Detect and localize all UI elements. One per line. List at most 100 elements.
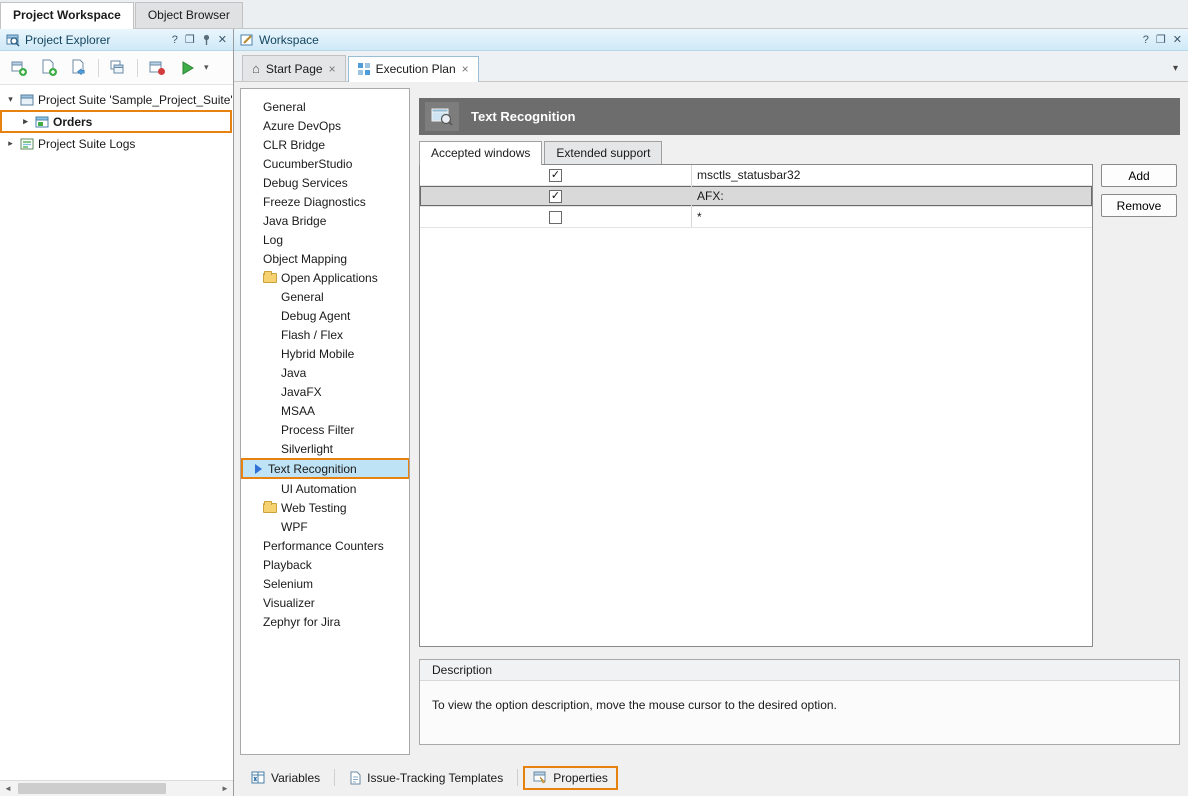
pin-icon[interactable] [202,34,211,46]
record-test-button[interactable] [144,55,170,81]
tab-properties-label: Properties [553,771,608,785]
tab-project-workspace[interactable]: Project Workspace [0,2,134,29]
tab-issue-tracking-templates[interactable]: Issue-Tracking Templates [340,766,512,790]
accepted-window-name: * [692,207,1092,227]
settings-nav-item-web-testing[interactable]: Web Testing [241,498,409,517]
settings-nav-item-performance-counters[interactable]: Performance Counters [241,536,409,555]
settings-nav-item-msaa[interactable]: MSAA [241,401,409,420]
scroll-left-icon[interactable]: ◄ [0,784,16,793]
settings-nav-item-label: Visualizer [263,596,315,610]
workspace-title: Workspace [259,33,1138,47]
settings-nav-item-azure-devops[interactable]: Azure DevOps [241,116,409,135]
settings-nav-item-clr-bridge[interactable]: CLR Bridge [241,135,409,154]
project-explorer-icon [6,33,20,47]
settings-nav-item-silverlight[interactable]: Silverlight [241,439,409,458]
scrollbar-track[interactable] [16,781,217,796]
run-dropdown-arrow-icon[interactable]: ▾ [204,62,209,73]
workspace-header: Workspace ? ❐ ✕ [234,29,1188,51]
tab-extended-support[interactable]: Extended support [544,141,662,164]
help-icon[interactable]: ? [1143,34,1149,46]
settings-nav-item-label: Object Mapping [263,252,347,266]
accepted-window-name: msctls_statusbar32 [692,165,1092,185]
accepted-window-row[interactable]: ✓ msctls_statusbar32 [420,165,1092,186]
tab-execution-plan[interactable]: Execution Plan × [348,56,479,82]
settings-nav-item-open-applications[interactable]: Open Applications [241,268,409,287]
settings-nav-item-general[interactable]: General [241,287,409,306]
scrollbar-thumb[interactable] [18,783,166,794]
add-button[interactable]: Add [1101,164,1177,187]
close-panel-icon[interactable]: ✕ [1173,33,1182,46]
settings-nav-item-label: Process Filter [281,423,354,437]
open-project-button[interactable] [66,55,92,81]
row-checkbox[interactable]: ✓ [549,169,562,182]
settings-nav-item-label: UI Automation [281,482,356,496]
tree-item-project-suite-logs[interactable]: ▸ Project Suite Logs [0,133,233,154]
settings-nav-item-label: Java Bridge [263,214,326,228]
tab-properties[interactable]: Properties [523,766,618,790]
settings-nav-item-zephyr-for-jira[interactable]: Zephyr for Jira [241,612,409,631]
settings-nav-item-process-filter[interactable]: Process Filter [241,420,409,439]
tree-item-label: Project Suite 'Sample_Project_Suite' (1 … [38,93,233,107]
settings-nav-item-cucumberstudio[interactable]: CucumberStudio [241,154,409,173]
settings-nav-item-hybrid-mobile[interactable]: Hybrid Mobile [241,344,409,363]
accepted-window-row[interactable]: ✓AFX: [420,186,1092,207]
description-text: To view the option description, move the… [420,681,1179,729]
folder-icon [263,503,277,513]
add-existing-item-button[interactable] [105,55,131,81]
settings-nav-item-visualizer[interactable]: Visualizer [241,593,409,612]
logs-icon [20,138,34,150]
settings-nav-item-general[interactable]: General [241,97,409,116]
settings-nav-item-javafx[interactable]: JavaFX [241,382,409,401]
settings-nav-item-label: Zephyr for Jira [263,615,340,629]
settings-nav-item-label: CucumberStudio [263,157,352,171]
add-project-suite-button[interactable] [6,55,32,81]
close-panel-icon[interactable]: ✕ [218,33,227,46]
settings-nav-item-freeze-diagnostics[interactable]: Freeze Diagnostics [241,192,409,211]
settings-nav-item-selenium[interactable]: Selenium [241,574,409,593]
settings-nav-item-wpf[interactable]: WPF [241,517,409,536]
tab-list-dropdown-icon[interactable]: ▾ [1173,63,1178,74]
tree-item-orders[interactable]: ▸ Orders [0,110,232,133]
selected-item-arrow-icon [255,464,262,474]
table-buttons: Add Remove [1101,164,1177,647]
close-tab-icon[interactable]: × [462,62,469,76]
accepted-window-row[interactable]: * [420,207,1092,228]
settings-nav-item-label: Azure DevOps [263,119,341,133]
settings-nav-item-java-bridge[interactable]: Java Bridge [241,211,409,230]
add-project-button[interactable] [36,55,62,81]
settings-nav-item-java[interactable]: Java [241,363,409,382]
settings-nav-item-ui-automation[interactable]: UI Automation [241,479,409,498]
maximize-icon[interactable]: ❐ [185,33,195,46]
maximize-icon[interactable]: ❐ [1156,33,1166,46]
help-icon[interactable]: ? [172,34,178,46]
row-checkbox[interactable]: ✓ [549,190,562,203]
settings-nav-item-label: Performance Counters [263,539,384,553]
settings-nav-item-label: Open Applications [281,271,378,285]
settings-nav-item-text-recognition[interactable]: Text Recognition [241,458,410,479]
properties-icon [533,771,547,784]
folder-icon [263,273,277,283]
tab-accepted-windows-label: Accepted windows [431,146,530,160]
tree-collapsed-icon[interactable]: ▸ [5,138,16,149]
row-checkbox[interactable] [549,211,562,224]
bottom-tab-bar: Variables Issue-Tracking Templates Prope… [234,759,1188,796]
tree-item-project-suite[interactable]: ▾ Project Suite 'Sample_Project_Suite' (… [0,89,233,110]
settings-nav-item-playback[interactable]: Playback [241,555,409,574]
horizontal-scrollbar[interactable]: ◄ ► [0,780,233,796]
tab-start-page[interactable]: ⌂ Start Page × [242,55,346,81]
settings-nav-item-debug-agent[interactable]: Debug Agent [241,306,409,325]
settings-nav-item-object-mapping[interactable]: Object Mapping [241,249,409,268]
tab-accepted-windows[interactable]: Accepted windows [419,141,542,165]
checkbox-cell: ✓ [420,186,692,206]
scroll-right-icon[interactable]: ► [217,784,233,793]
tab-object-browser[interactable]: Object Browser [135,2,243,28]
settings-nav-item-log[interactable]: Log [241,230,409,249]
remove-button[interactable]: Remove [1101,194,1177,217]
settings-nav-item-flash-flex[interactable]: Flash / Flex [241,325,409,344]
tab-variables[interactable]: Variables [242,766,329,790]
tree-collapsed-icon[interactable]: ▸ [20,116,31,127]
run-project-button[interactable] [174,55,200,81]
close-tab-icon[interactable]: × [329,62,336,76]
settings-nav-item-debug-services[interactable]: Debug Services [241,173,409,192]
tree-expanded-icon[interactable]: ▾ [5,94,16,105]
